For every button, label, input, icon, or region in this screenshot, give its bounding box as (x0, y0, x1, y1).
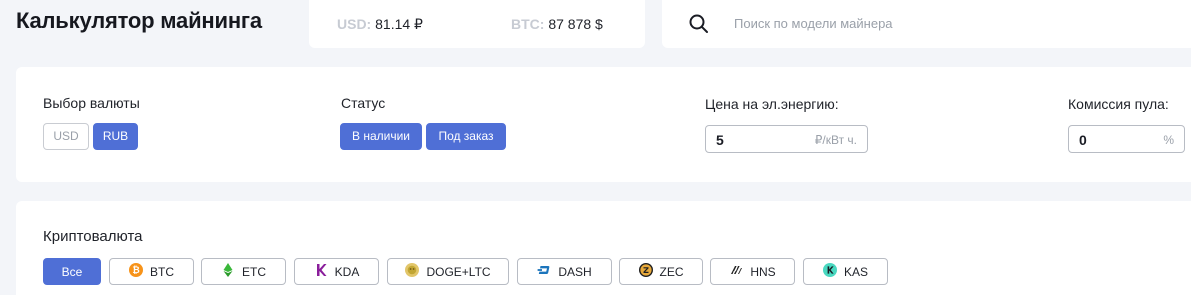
bitcoin-icon: ₿ (129, 263, 143, 280)
crypto-all-label: Все (61, 264, 83, 279)
pool-fee-value[interactable]: 0 (1079, 132, 1087, 148)
dash-icon (537, 263, 551, 280)
dogecoin-icon (405, 263, 420, 280)
ethereum-classic-icon (221, 263, 235, 280)
crypto-dash-button[interactable]: DASH (517, 258, 612, 285)
usd-rate-label: USD: (337, 16, 372, 32)
currency-label: Выбор валюты (43, 95, 140, 111)
crypto-btc-label: BTC (150, 264, 174, 279)
crypto-hns-label: HNS (750, 264, 776, 279)
crypto-btc-button[interactable]: ₿ BTC (109, 258, 194, 285)
mining-calculator-page: Калькулятор майнинга USD: 81.14 ₽ BTC: 8… (0, 0, 1191, 295)
crypto-doge-ltc-button[interactable]: DOGE+LTC (387, 258, 509, 285)
svg-text:₿: ₿ (132, 265, 139, 276)
crypto-zec-label: ZEC (659, 264, 684, 279)
currency-rub-button[interactable]: RUB (93, 123, 138, 150)
crypto-etc-button[interactable]: ETC (201, 258, 286, 285)
pool-fee-field[interactable]: 0 % (1068, 125, 1185, 153)
crypto-kda-button[interactable]: KDA (294, 258, 379, 285)
btc-rate-label: BTC: (511, 16, 545, 32)
crypto-zec-button[interactable]: ZEC (619, 258, 703, 285)
exchange-rates-bar: USD: 81.14 ₽ BTC: 87 878 $ (309, 0, 645, 48)
search-icon[interactable] (688, 13, 710, 35)
zcash-icon (638, 263, 653, 280)
filters-panel: Выбор валюты USD RUB Статус В наличии По… (16, 67, 1191, 182)
crypto-kas-label: KAS (843, 264, 868, 279)
crypto-hns-button[interactable]: HNS (710, 258, 795, 285)
kadena-icon (314, 263, 328, 280)
search-box (662, 0, 1191, 48)
btc-rate: BTC: 87 878 $ (511, 16, 603, 32)
kaspa-icon (822, 263, 837, 280)
status-on-order-button[interactable]: Под заказ (426, 123, 506, 150)
energy-price-label: Цена на эл.энергию: (705, 96, 839, 112)
crypto-etc-label: ETC (242, 264, 266, 279)
search-input[interactable] (734, 12, 1154, 34)
energy-price-unit: ₽/кВт ч. (814, 133, 857, 147)
crypto-doge-ltc-label: DOGE+LTC (426, 264, 491, 279)
usd-rate: USD: 81.14 ₽ (337, 16, 423, 33)
crypto-label: Криптовалюта (43, 228, 143, 245)
usd-rate-value: 81.14 ₽ (375, 16, 423, 32)
energy-price-value[interactable]: 5 (716, 132, 724, 148)
page-title: Калькулятор майнинга (16, 8, 262, 33)
crypto-dash-label: DASH (558, 264, 592, 279)
pool-fee-label: Комиссия пула: (1068, 96, 1169, 112)
status-in-stock-button[interactable]: В наличии (340, 123, 422, 150)
currency-usd-button[interactable]: USD (43, 123, 89, 150)
status-label: Статус (341, 95, 386, 111)
crypto-kda-label: KDA (334, 264, 360, 279)
handshake-icon (729, 263, 743, 280)
btc-rate-value: 87 878 $ (548, 16, 603, 32)
crypto-kas-button[interactable]: KAS (803, 258, 888, 285)
crypto-panel: Криптовалюта Все ₿ BTC ETC KDA DOGE+LTC … (16, 201, 1191, 295)
energy-price-field[interactable]: 5 ₽/кВт ч. (705, 125, 868, 153)
pool-fee-unit: % (1163, 133, 1174, 147)
crypto-all-button[interactable]: Все (43, 258, 101, 285)
